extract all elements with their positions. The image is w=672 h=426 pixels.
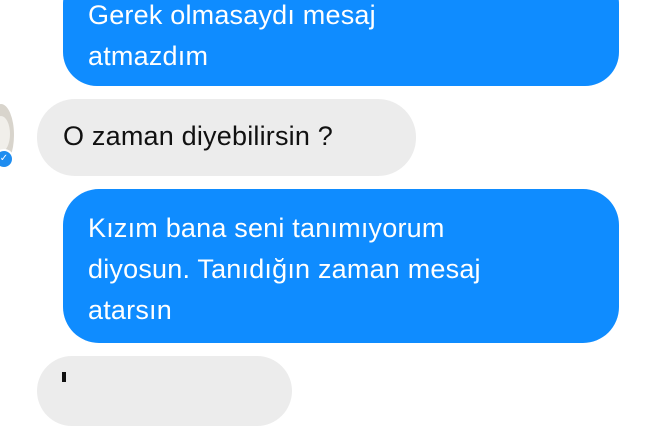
incoming-message-bubble[interactable]: O zaman diyebilirsin ? [37,99,416,176]
avatar-face [0,116,10,152]
outgoing-message-bubble[interactable]: Gerek olmasaydı mesaj atmazdım [63,0,619,86]
outgoing-message-bubble[interactable]: Kızım bana seni tanımıyorum diyosun. Tan… [63,189,619,343]
check-badge-icon: ✓ [0,149,14,169]
incoming-message-bubble-partial[interactable] [37,356,292,426]
message-thread: Gerek olmasaydı mesaj atmazdım ✓ O zaman… [0,0,672,426]
cropped-text-glyph [62,372,66,382]
